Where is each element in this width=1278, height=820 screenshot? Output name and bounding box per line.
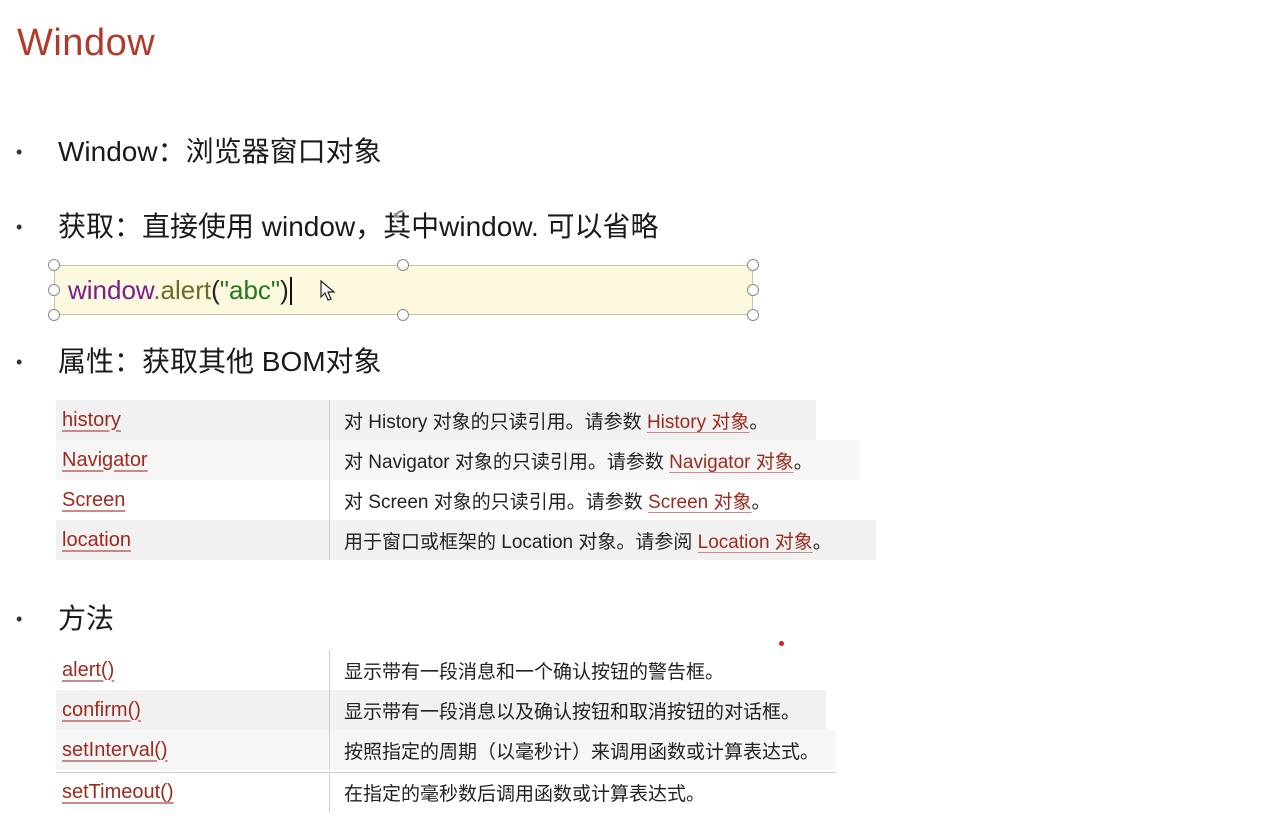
property-description: 对 Navigator 对象的只读引用。请参数 Navigator 对象。 (330, 447, 813, 474)
method-description: 在指定的毫秒数后调用函数或计算表达式。 (344, 784, 706, 805)
selection-handle-top-left[interactable] (48, 259, 60, 271)
method-link-confirm[interactable]: confirm() (56, 690, 330, 730)
property-description: 用于窗口或框架的 Location 对象。请参阅 Location 对象。 (330, 527, 832, 554)
selection-handle-bottom-left[interactable] (48, 309, 60, 321)
property-description: 对 Screen 对象的只读引用。请参数 Screen 对象。 (330, 487, 771, 514)
property-link-history[interactable]: history (56, 400, 330, 440)
methods-table: alert() 显示带有一段消息和一个确认按钮的警告框。 confirm() 显… (56, 650, 836, 812)
property-ref-link[interactable]: Navigator 对象 (669, 452, 794, 473)
code-close-paren: ) (280, 275, 289, 305)
description-text: 对 Navigator 对象的只读引用。请参数 (344, 451, 670, 473)
mouse-cursor-icon (320, 280, 336, 301)
method-description: 显示带有一段消息以及确认按钮和取消按钮的对话框。 (344, 701, 801, 723)
table-row: setTimeout() 在指定的毫秒数后调用函数或计算表达式。 (56, 772, 836, 812)
code-textbox[interactable]: window.alert("abc") (54, 265, 753, 315)
description-text: 用于窗口或框架的 Location 对象。请参阅 (344, 531, 698, 553)
selection-handle-bottom-right[interactable] (747, 309, 759, 321)
table-row: Screen 对 Screen 对象的只读引用。请参数 Screen 对象。 (56, 480, 860, 520)
description-text: 。 (751, 491, 771, 513)
bullet-dot: • (16, 142, 23, 162)
selection-handle-middle-left[interactable] (48, 284, 60, 296)
property-link-screen[interactable]: Screen (56, 480, 330, 520)
bullet-text: 属性：获取其他 BOM对象 (58, 346, 382, 377)
property-ref-link[interactable]: History 对象 (647, 412, 749, 433)
slide-title: Window (17, 22, 156, 64)
description-text: 。 (812, 531, 832, 553)
method-description: 显示带有一段消息和一个确认按钮的警告框。 (344, 661, 725, 683)
text-caret (289, 277, 292, 305)
property-ref-link[interactable]: Location 对象 (698, 532, 813, 553)
selection-handle-middle-right[interactable] (747, 284, 759, 296)
table-row: setInterval() 按照指定的周期（以毫秒计）来调用函数或计算表达式。 (56, 730, 836, 770)
bullet-properties: • 属性：获取其他 BOM对象 (16, 344, 382, 380)
selection-handle-bottom-middle[interactable] (397, 309, 409, 321)
slide: Window • Window：浏览器窗口对象 • 获取：直接使用 window… (0, 0, 1278, 820)
description-text: 对 Screen 对象的只读引用。请参数 (344, 491, 649, 513)
bullet-text: 获取：直接使用 window，其中window. 可以省略 (58, 211, 659, 242)
selection-handle-top-middle[interactable] (397, 259, 409, 271)
table-row: location 用于窗口或框架的 Location 对象。请参阅 Locati… (56, 520, 876, 560)
code-function: alert (160, 275, 212, 305)
bullet-dot: • (16, 609, 23, 629)
description-text: 。 (749, 411, 769, 433)
code-object: window (68, 275, 154, 305)
code-open-paren: ( (211, 275, 220, 305)
bullet-methods: • 方法 (16, 601, 114, 637)
bullet-text: 方法 (58, 603, 115, 634)
method-link-settimeout[interactable]: setTimeout() (56, 773, 330, 812)
rotate-handle-icon[interactable] (392, 208, 414, 230)
method-link-alert[interactable]: alert() (56, 650, 330, 690)
bullet-text: Window：浏览器窗口对象 (58, 136, 382, 167)
method-link-setinterval[interactable]: setInterval() (56, 730, 330, 770)
method-description: 按照指定的周期（以毫秒计）来调用函数或计算表达式。 (344, 741, 820, 763)
bullet-dot: • (16, 217, 23, 237)
selection-handle-top-right[interactable] (747, 259, 759, 271)
table-row: history 对 History 对象的只读引用。请参数 History 对象… (56, 400, 816, 440)
bullet-window-object: • Window：浏览器窗口对象 (16, 134, 382, 170)
laser-pointer-dot (779, 641, 784, 646)
description-text: 对 History 对象的只读引用。请参数 (344, 411, 647, 433)
property-link-navigator[interactable]: Navigator (56, 440, 330, 480)
bullet-dot: • (16, 352, 23, 372)
property-description: 对 History 对象的只读引用。请参数 History 对象。 (330, 407, 816, 434)
table-row: confirm() 显示带有一段消息以及确认按钮和取消按钮的对话框。 (56, 690, 826, 730)
properties-table: history 对 History 对象的只读引用。请参数 History 对象… (56, 400, 876, 560)
code-string: "abc" (219, 275, 281, 305)
description-text: 。 (793, 451, 813, 473)
property-ref-link[interactable]: Screen 对象 (648, 492, 751, 513)
property-link-location[interactable]: location (56, 520, 330, 560)
table-row: alert() 显示带有一段消息和一个确认按钮的警告框。 (56, 650, 796, 690)
bullet-get-window: • 获取：直接使用 window，其中window. 可以省略 (16, 209, 659, 245)
table-row: Navigator 对 Navigator 对象的只读引用。请参数 Naviga… (56, 440, 860, 480)
code-dot: . (153, 275, 161, 305)
